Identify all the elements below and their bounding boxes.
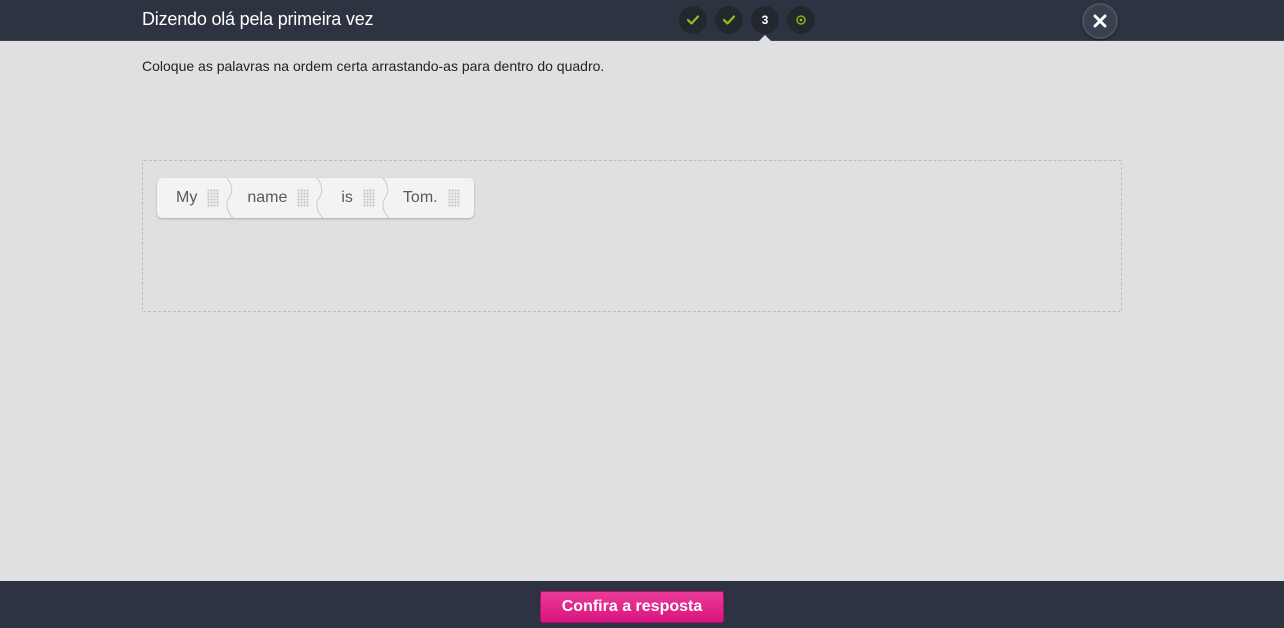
answer-dropzone[interactable]: My name is Tom. [142,160,1122,312]
step-4[interactable] [787,6,815,34]
word-label: My [176,189,198,206]
bottom-bar: Confira a resposta [0,581,1284,628]
word-tile[interactable]: Tom. [387,178,474,218]
word-tile[interactable]: My [157,178,234,218]
word-tile[interactable]: is [321,178,390,218]
step-number: 3 [761,13,769,27]
drag-handle-icon[interactable] [297,189,310,207]
word-tiles: My name is Tom. [157,178,474,218]
drag-handle-icon[interactable] [362,189,375,207]
close-icon [1093,14,1107,28]
close-button[interactable] [1082,3,1118,39]
target-icon [796,15,806,25]
top-bar: Dizendo olá pela primeira vez 3 [0,0,1284,41]
step-2[interactable] [715,6,743,34]
word-tile[interactable]: name [231,178,324,218]
word-label: is [341,189,353,206]
check-icon [723,15,735,25]
step-1[interactable] [679,6,707,34]
step-3-current[interactable]: 3 [751,6,779,34]
current-step-pointer [759,35,771,41]
check-icon [687,15,699,25]
word-label: Tom. [402,189,438,206]
instruction-text: Coloque as palavras na ordem certa arras… [142,58,605,74]
drag-handle-icon[interactable] [447,189,460,207]
tile-divider [226,178,234,218]
tile-divider [316,178,324,218]
drag-handle-icon[interactable] [207,189,220,207]
word-label: name [247,189,288,206]
confirm-answer-button[interactable]: Confira a resposta [540,591,724,623]
tile-divider [382,178,390,218]
lesson-title: Dizendo olá pela primeira vez [142,9,374,29]
